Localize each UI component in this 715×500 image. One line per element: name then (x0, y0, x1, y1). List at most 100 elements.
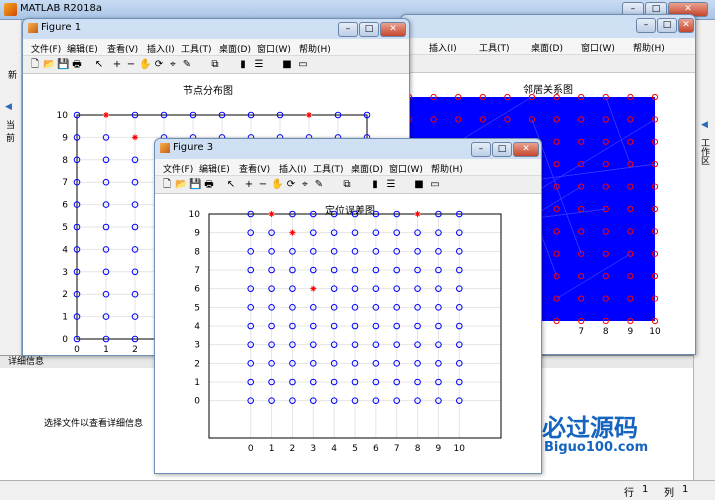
pointer-icon[interactable]: ↖ (93, 59, 105, 71)
fig1-title: Figure 1 (41, 22, 82, 33)
fig2-menubar: 插入(I) 工具(T) 桌面(D) 窗口(W) 帮助(H) (401, 38, 695, 55)
legend-icon[interactable]: ☰ (385, 179, 397, 191)
x-tick-label: 7 (394, 444, 400, 454)
new-file-icon[interactable]: 🗋 (29, 59, 41, 71)
fig2-maximize-button[interactable]: □ (657, 18, 677, 33)
new-label: 新 (8, 71, 18, 81)
new-file-icon[interactable]: 🗋 (161, 179, 173, 191)
anchor-point-marker (289, 229, 296, 236)
legend-icon[interactable]: ☰ (253, 59, 265, 71)
print-icon[interactable]: 🖶 (203, 179, 215, 191)
anchor-point-marker (306, 112, 312, 118)
rotate-icon[interactable]: ⟳ (153, 59, 165, 71)
data-cursor-icon[interactable]: ⌖ (167, 59, 179, 71)
fig3-minimize-button[interactable]: – (471, 142, 491, 157)
fig3-menu-item[interactable]: 编辑(E) (199, 162, 230, 175)
show-icon[interactable]: ▭ (429, 179, 441, 191)
y-tick-label: 0 (194, 397, 200, 407)
fig3-menu-item[interactable]: 插入(I) (279, 162, 307, 175)
y-tick-label: 2 (62, 290, 68, 300)
print-icon[interactable]: 🖶 (71, 59, 83, 71)
fig2-menu-insert[interactable]: 插入(I) (429, 41, 457, 54)
x-tick-label: 10 (649, 327, 661, 337)
fig1-menu-item[interactable]: 编辑(E) (67, 42, 98, 55)
fig2-menu-help[interactable]: 帮助(H) (633, 41, 665, 54)
pan-icon[interactable]: ✋ (139, 59, 151, 71)
save-icon[interactable]: 💾 (57, 59, 69, 71)
zoom-in-icon[interactable]: + (111, 59, 123, 71)
fig1-minimize-button[interactable]: – (338, 22, 358, 37)
fig1-menu-item[interactable]: 查看(V) (107, 42, 138, 55)
link-icon[interactable]: ⧉ (209, 59, 221, 71)
fig3-maximize-button[interactable]: □ (492, 142, 512, 157)
brush-icon[interactable]: ✎ (313, 179, 325, 191)
matlab-logo-icon (4, 3, 17, 16)
fig3-menu-item[interactable]: 查看(V) (239, 162, 270, 175)
fig3-title: Figure 3 (173, 142, 214, 153)
fig2-close-button[interactable]: ✕ (678, 18, 694, 33)
fig1-close-button[interactable]: ✕ (380, 22, 406, 37)
y-tick-label: 3 (194, 341, 200, 351)
save-icon[interactable]: 💾 (189, 179, 201, 191)
brush-icon[interactable]: ✎ (181, 59, 193, 71)
current-folder-label: 当前 (6, 121, 16, 144)
y-tick-label: 7 (194, 266, 200, 276)
fig1-menu-item[interactable]: 文件(F) (31, 42, 61, 55)
back-arrow-icon[interactable]: ◀ (5, 102, 12, 112)
x-tick-label: 6 (373, 444, 379, 454)
fig3-menu-item[interactable]: 桌面(D) (351, 162, 383, 175)
fig1-menu-item[interactable]: 帮助(H) (299, 42, 331, 55)
hide-icon[interactable]: ■ (413, 179, 425, 191)
show-icon[interactable]: ▭ (297, 59, 309, 71)
col-value: 1 (682, 484, 689, 495)
fig3-plot: 0 1 2 3 4 5 6 7 8 9 10 0 1 2 3 4 5 6 7 8 9 10 (189, 210, 502, 454)
hide-icon[interactable]: ■ (281, 59, 293, 71)
workspace-tab[interactable]: 工作区 (699, 138, 711, 165)
x-tick-label: 1 (269, 444, 275, 454)
zoom-out-icon[interactable]: − (257, 179, 269, 191)
fig1-maximize-button[interactable]: □ (359, 22, 379, 37)
anchor-point-marker (103, 112, 109, 118)
fig1-menu-item[interactable]: 工具(T) (181, 42, 212, 55)
fig1-menu-item[interactable]: 插入(I) (147, 42, 175, 55)
collapse-arrow-icon[interactable]: ◀ (701, 120, 708, 130)
watermark-text: 必过源码 (542, 414, 638, 442)
fig2-menu-window[interactable]: 窗口(W) (581, 41, 615, 54)
y-tick-label: 4 (62, 245, 68, 255)
fig3-menu-item[interactable]: 文件(F) (163, 162, 193, 175)
status-bar: 行 1 列 1 (0, 480, 715, 500)
fig3-close-button[interactable]: ✕ (513, 142, 539, 157)
fig1-toolbar: 🗋 📂 💾 🖶 ↖ + − ✋ ⟳ ⌖ ✎ ⧉ ▮ ☰ ■ ▭ (23, 56, 409, 74)
pan-icon[interactable]: ✋ (271, 179, 283, 191)
fig2-menu-desktop[interactable]: 桌面(D) (531, 41, 563, 54)
fig3-menu-item[interactable]: 工具(T) (313, 162, 344, 175)
pointer-icon[interactable]: ↖ (225, 179, 237, 191)
fig2-minimize-button[interactable]: – (636, 18, 656, 33)
fig1-menu-item[interactable]: 窗口(W) (257, 42, 291, 55)
x-tick-label: 0 (74, 345, 80, 355)
y-tick-label: 9 (194, 229, 200, 239)
fig3-menu-item[interactable]: 窗口(W) (389, 162, 423, 175)
anchor-point-marker (310, 285, 317, 292)
open-icon[interactable]: 📂 (43, 59, 55, 71)
y-tick-label: 8 (194, 247, 200, 257)
rotate-icon[interactable]: ⟳ (285, 179, 297, 191)
y-tick-label: 4 (194, 322, 200, 332)
link-icon[interactable]: ⧉ (341, 179, 353, 191)
zoom-in-icon[interactable]: + (243, 179, 255, 191)
colorbar-icon[interactable]: ▮ (369, 179, 381, 191)
data-cursor-icon[interactable]: ⌖ (299, 179, 311, 191)
open-icon[interactable]: 📂 (175, 179, 187, 191)
fig2-menu-tools[interactable]: 工具(T) (479, 41, 510, 54)
y-tick-label: 2 (194, 359, 200, 369)
colorbar-icon[interactable]: ▮ (237, 59, 249, 71)
x-tick-label: 1 (103, 345, 109, 355)
x-tick-label: 9 (628, 327, 634, 337)
zoom-out-icon[interactable]: − (125, 59, 137, 71)
x-tick-label: 8 (603, 327, 609, 337)
fig3-menu-item[interactable]: 帮助(H) (431, 162, 463, 175)
anchor-point-marker (268, 211, 275, 217)
figure-icon (28, 23, 38, 33)
y-tick-label: 10 (57, 111, 69, 121)
fig1-menu-item[interactable]: 桌面(D) (219, 42, 251, 55)
